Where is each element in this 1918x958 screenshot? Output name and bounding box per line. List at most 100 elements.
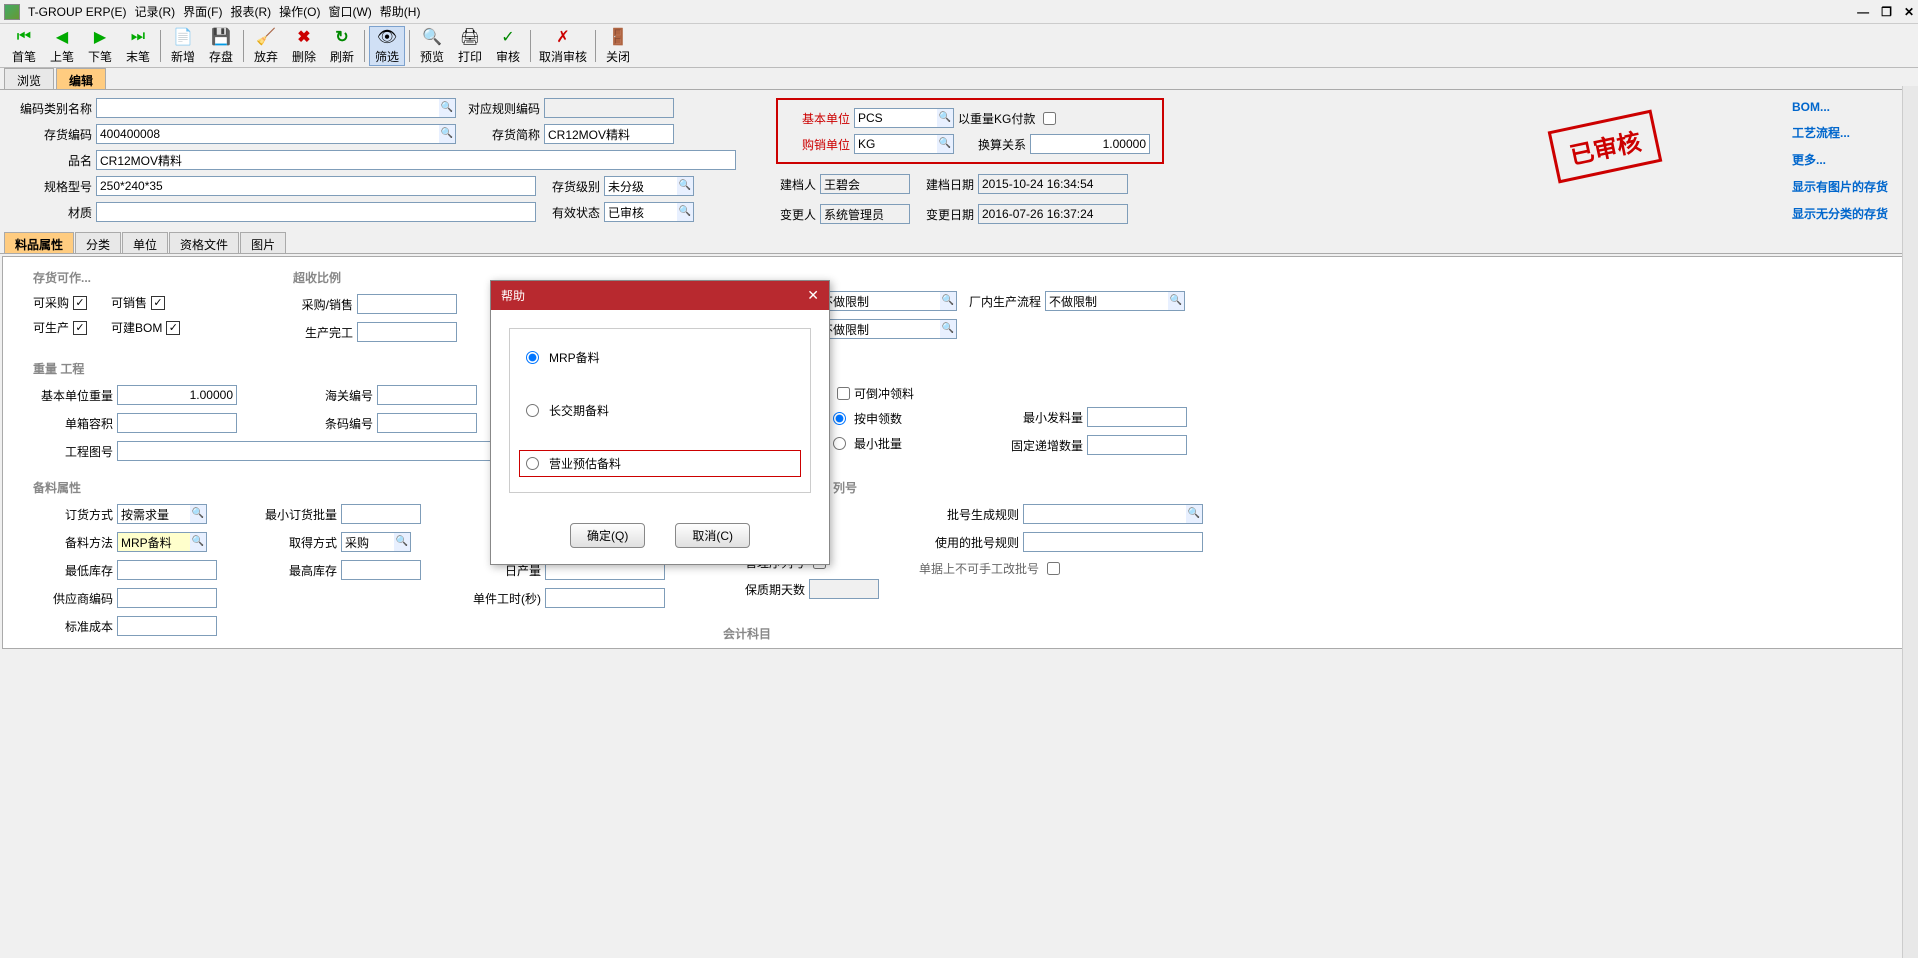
sales-radio[interactable] (526, 457, 539, 470)
max-stock-input[interactable] (341, 560, 421, 580)
lookup-icon[interactable]: 🔍 (937, 109, 953, 127)
box-cap-input[interactable] (117, 413, 237, 433)
dialog-option-sales[interactable]: 营业预估备料 (519, 450, 801, 477)
link-more[interactable]: 更多... (1792, 151, 1888, 168)
mrp-radio[interactable] (526, 351, 539, 364)
label-barcode: 条码编号 (293, 415, 373, 432)
dialog-cancel-button[interactable]: 取消(C) (675, 523, 750, 548)
lookup-icon[interactable]: 🔍 (937, 135, 953, 153)
tab-edit[interactable]: 编辑 (56, 68, 106, 89)
stock-abbr-input[interactable] (544, 124, 674, 144)
link-show-unclass[interactable]: 显示无分类的存货 (1792, 205, 1888, 222)
by-req-radio[interactable] (833, 412, 846, 425)
prod-flow-input[interactable] (1045, 291, 1185, 311)
tab-category[interactable]: 分类 (75, 232, 121, 253)
print-button[interactable]: 打印 (452, 26, 488, 66)
code-category-input[interactable] (96, 98, 456, 118)
bom-checkbox[interactable]: ✓ (166, 321, 180, 335)
material-input[interactable] (96, 202, 536, 222)
barcode-input[interactable] (377, 413, 477, 433)
stock-code-input[interactable] (96, 124, 456, 144)
next-button[interactable]: 下笔 (82, 26, 118, 66)
last-button[interactable]: 末笔 (120, 26, 156, 66)
min-stock-input[interactable] (117, 560, 217, 580)
audit-button[interactable]: 审核 (490, 26, 526, 66)
producible-checkbox[interactable]: ✓ (73, 321, 87, 335)
close-button[interactable]: 关闭 (600, 26, 636, 66)
tab-picture[interactable]: 图片 (240, 232, 286, 253)
menu-interface[interactable]: 界面(F) (183, 3, 222, 20)
lookup-icon[interactable]: 🔍 (940, 320, 956, 338)
min-order-input[interactable] (341, 504, 421, 524)
fixed-incr-input[interactable] (1087, 435, 1187, 455)
menu-report[interactable]: 报表(R) (230, 3, 271, 20)
label-sellable: 可销售 (111, 294, 147, 311)
filter-button[interactable]: 筛选 (369, 26, 405, 66)
link-show-pic[interactable]: 显示有图片的存货 (1792, 178, 1888, 195)
label-rule-code: 对应规则编码 (460, 100, 540, 117)
dialog-ok-button[interactable]: 确定(Q) (570, 523, 645, 548)
lookup-icon[interactable]: 🔍 (677, 177, 693, 195)
spec-input[interactable] (96, 176, 536, 196)
new-button[interactable]: 新增 (165, 26, 201, 66)
unit-hours-input[interactable] (545, 588, 665, 608)
menu-operation[interactable]: 操作(O) (279, 3, 320, 20)
dialog-option-mrp[interactable]: MRP备料 (526, 349, 794, 366)
label-material: 材质 (12, 204, 92, 221)
restore-icon[interactable]: ❐ (1881, 5, 1892, 19)
std-cost-input[interactable] (117, 616, 217, 636)
prev-button[interactable]: 上笔 (44, 26, 80, 66)
label-purchasable: 可采购 (33, 294, 69, 311)
dialog-close-icon[interactable]: ✕ (807, 287, 819, 304)
min-issue-input[interactable] (1087, 407, 1187, 427)
tab-item-attr[interactable]: 料品属性 (4, 232, 74, 253)
link-bom[interactable]: BOM... (1792, 100, 1888, 114)
convert-input[interactable] (1030, 134, 1150, 154)
preview-button[interactable]: 预览 (414, 26, 450, 66)
tab-qualdoc[interactable]: 资格文件 (169, 232, 239, 253)
refresh-button[interactable]: 刷新 (324, 26, 360, 66)
lookup-icon[interactable]: 🔍 (1168, 292, 1184, 310)
abandon-button[interactable]: 放弃 (248, 26, 284, 66)
batch-gen-input[interactable] (1023, 504, 1203, 524)
out-flow-input[interactable] (817, 319, 957, 339)
lookup-icon[interactable]: 🔍 (677, 203, 693, 221)
supplier-input[interactable] (117, 588, 217, 608)
scrollbar-vertical[interactable] (1902, 86, 1918, 958)
first-button[interactable]: 首笔 (6, 26, 42, 66)
lookup-icon[interactable]: 🔍 (439, 125, 455, 143)
purchasable-checkbox[interactable]: ✓ (73, 296, 87, 310)
save-button[interactable]: 存盘 (203, 26, 239, 66)
pay-by-weight-checkbox[interactable] (1043, 112, 1056, 125)
tab-unit[interactable]: 单位 (122, 232, 168, 253)
in-flow-input[interactable] (817, 291, 957, 311)
minimize-icon[interactable]: — (1857, 5, 1869, 19)
lookup-icon[interactable]: 🔍 (394, 533, 410, 551)
lookup-icon[interactable]: 🔍 (190, 533, 206, 551)
dialog-option-long[interactable]: 长交期备料 (526, 402, 794, 419)
customs-input[interactable] (377, 385, 477, 405)
menu-help[interactable]: 帮助(H) (380, 3, 421, 20)
lookup-icon[interactable]: 🔍 (439, 99, 455, 117)
lookup-icon[interactable]: 🔍 (190, 505, 206, 523)
sellable-checkbox[interactable]: ✓ (151, 296, 165, 310)
tab-browse[interactable]: 浏览 (4, 68, 54, 89)
unit-weight-input[interactable] (117, 385, 237, 405)
purchase-sale-input[interactable] (357, 294, 457, 314)
menu-window[interactable]: 窗口(W) (328, 3, 371, 20)
batch-use-input[interactable] (1023, 532, 1203, 552)
min-batch-radio[interactable] (833, 437, 846, 450)
unaudit-button[interactable]: 取消审核 (535, 26, 591, 66)
delete-button[interactable]: 删除 (286, 26, 322, 66)
product-name-input[interactable] (96, 150, 736, 170)
prod-complete-input[interactable] (357, 322, 457, 342)
change-date-input (978, 204, 1128, 224)
link-process[interactable]: 工艺流程... (1792, 124, 1888, 141)
lookup-icon[interactable]: 🔍 (1186, 505, 1202, 523)
no-manual-checkbox[interactable] (1047, 562, 1060, 575)
lookup-icon[interactable]: 🔍 (940, 292, 956, 310)
menu-record[interactable]: 记录(R) (134, 3, 175, 20)
long-radio[interactable] (526, 404, 539, 417)
can-reverse-checkbox[interactable] (837, 387, 850, 400)
close-icon[interactable]: ✕ (1904, 5, 1914, 19)
